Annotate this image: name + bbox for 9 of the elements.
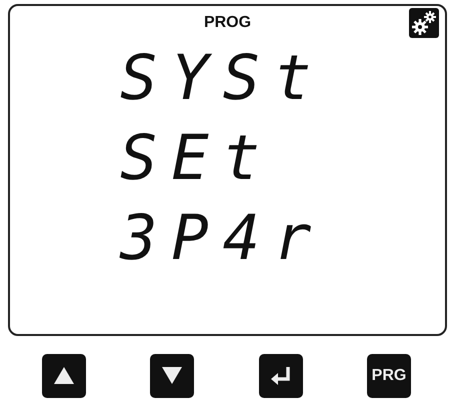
settings-icon (409, 8, 439, 38)
program-button[interactable]: PRG (366, 354, 411, 398)
enter-button[interactable] (258, 354, 303, 398)
up-button[interactable] (42, 354, 86, 398)
segment-readout: 3P4r (120, 201, 326, 274)
mode-label: PROG (204, 14, 252, 31)
segment-readout: SYSt (120, 41, 326, 114)
segment-readout: SEt (120, 121, 274, 194)
down-button[interactable] (150, 354, 194, 398)
